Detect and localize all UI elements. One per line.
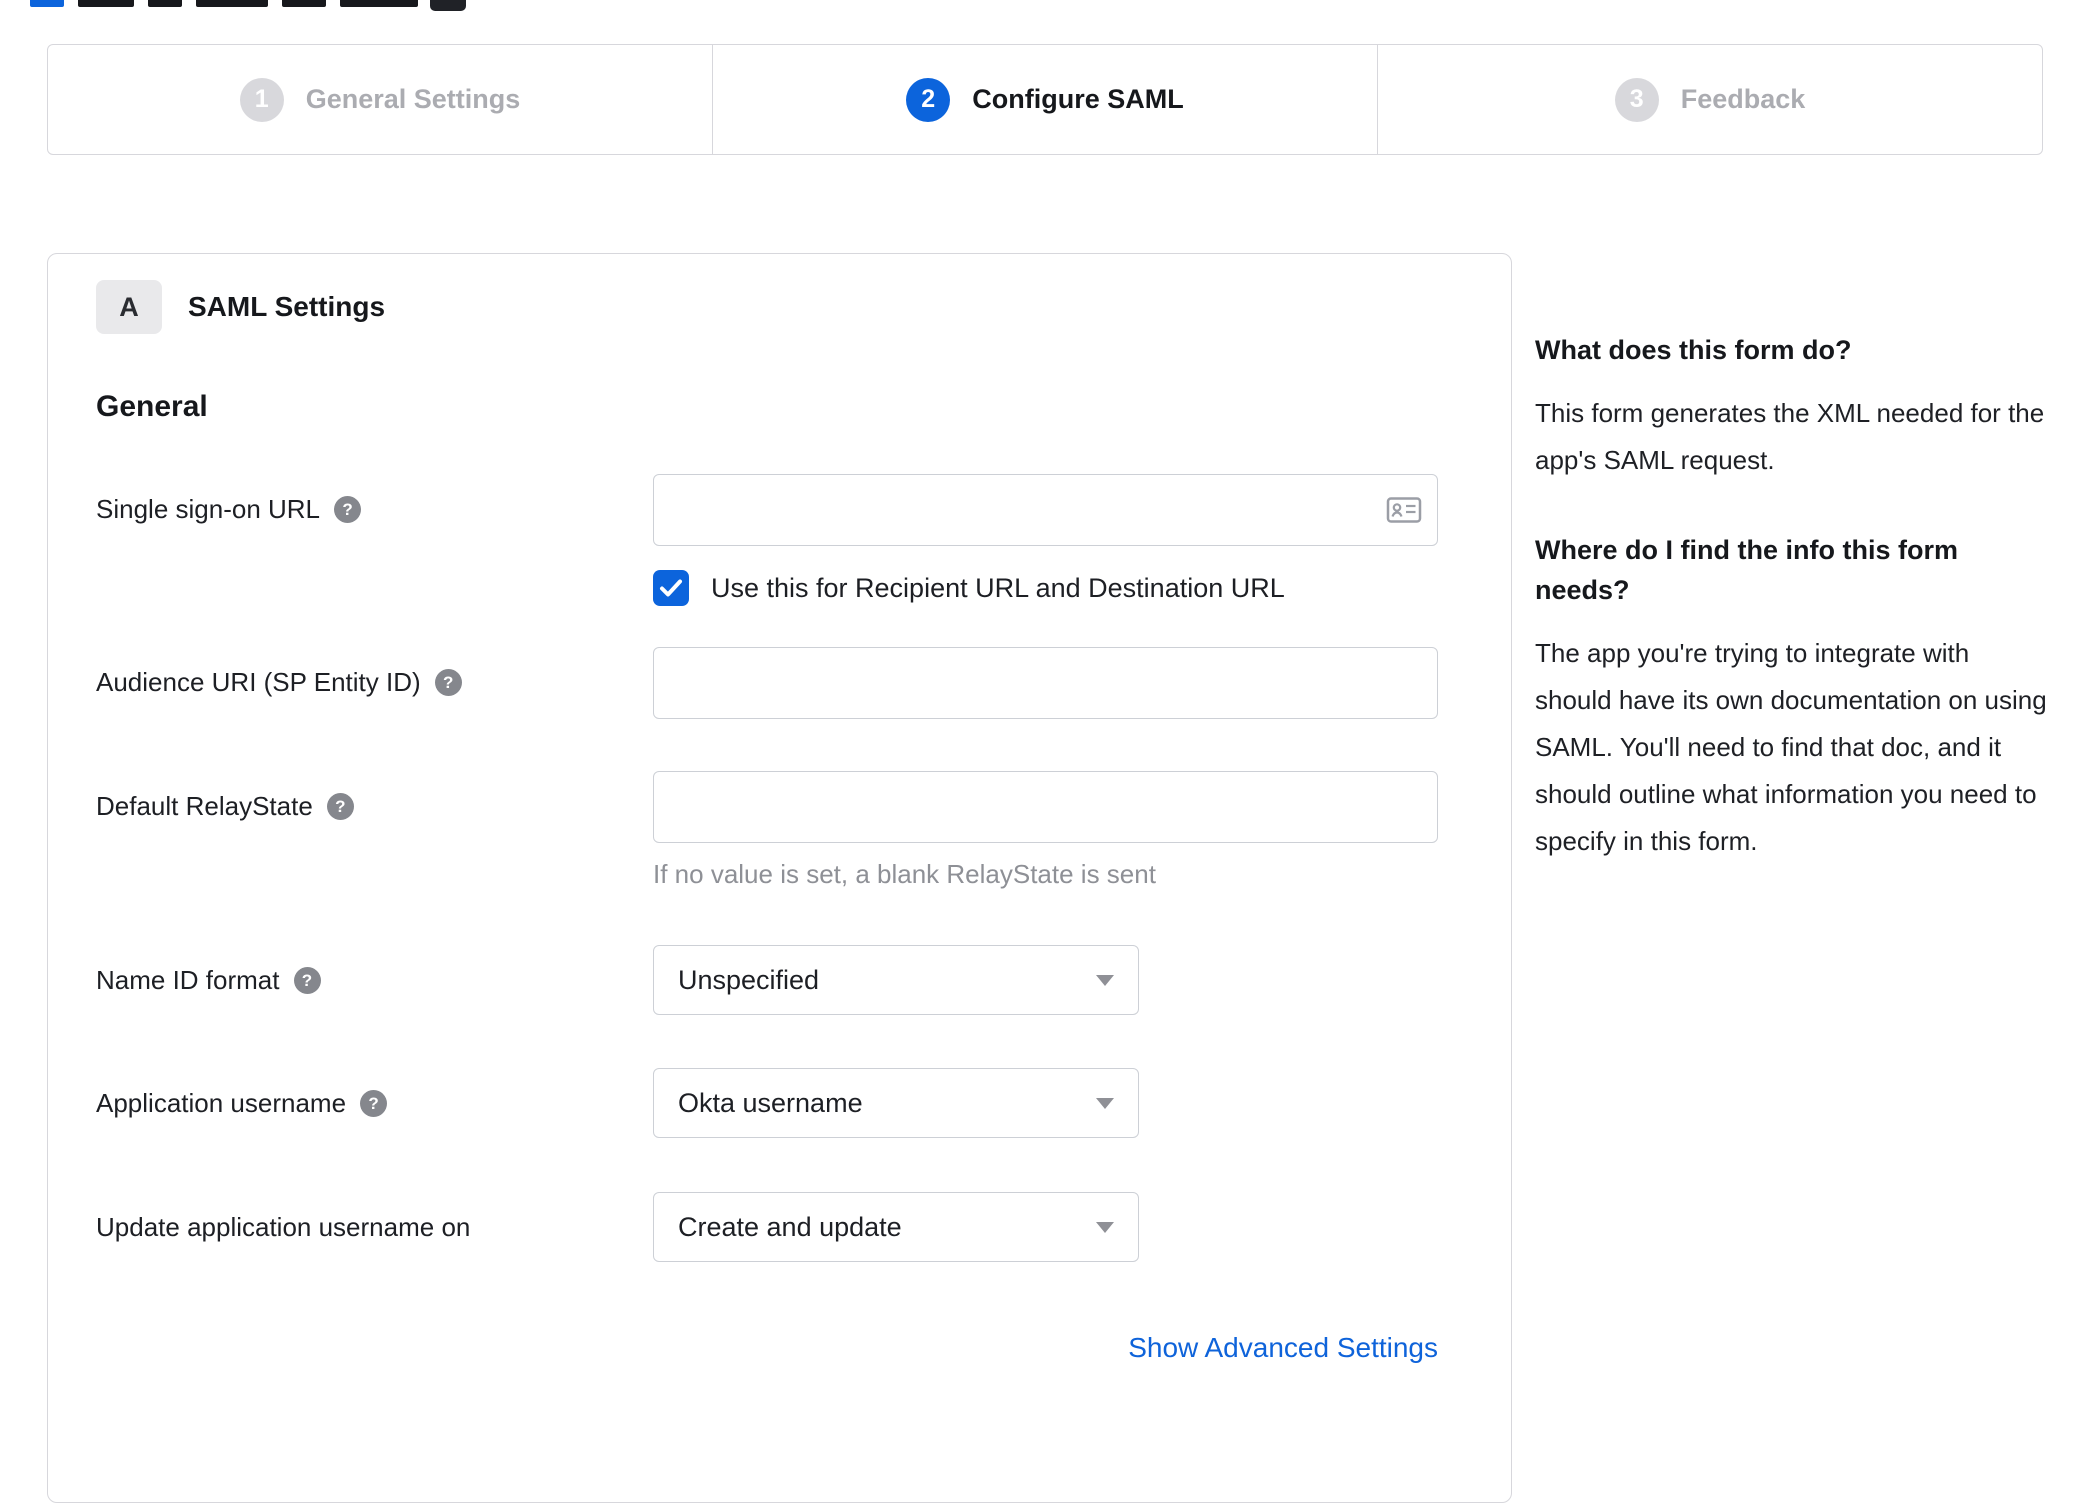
field-row-relay-state: Default RelayState ? If no value is set,… [96, 771, 1463, 890]
relay-state-label: Default RelayState [96, 791, 313, 821]
field-row-audience-uri: Audience URI (SP Entity ID) ? [96, 647, 1463, 719]
audience-uri-label: Audience URI (SP Entity ID) [96, 667, 421, 697]
help-icon[interactable]: ? [334, 496, 362, 523]
help-icon[interactable]: ? [293, 967, 321, 994]
page-title-fragment [340, 0, 418, 7]
field-row-application-username: Application username ? Okta username [96, 1068, 1463, 1138]
audience-uri-input[interactable] [653, 647, 1438, 719]
sso-url-input[interactable] [653, 474, 1438, 546]
brand-fragment [30, 0, 64, 7]
name-id-format-value: Unspecified [678, 964, 820, 995]
help-icon[interactable]: ? [326, 793, 354, 820]
step-number-badge: 3 [1614, 77, 1659, 122]
general-section-heading: General [96, 390, 208, 423]
sso-url-label: Single sign-on URL [96, 494, 321, 524]
name-id-format-select[interactable]: Unspecified [653, 945, 1139, 1015]
relay-state-input[interactable] [653, 771, 1438, 843]
update-username-select[interactable]: Create and update [653, 1192, 1139, 1262]
step-configure-saml[interactable]: 2 Configure SAML [712, 45, 1377, 154]
relay-state-hint: If no value is set, a blank RelayState i… [653, 859, 1156, 889]
card-header: A SAML Settings [96, 280, 1463, 334]
help-question-1: What does this form do? [1535, 335, 1852, 365]
help-icon[interactable]: ? [434, 669, 462, 696]
step-number-badge: 2 [906, 77, 951, 122]
help-panel: What does this form do? This form genera… [1535, 330, 2050, 865]
step-number-badge: 1 [239, 77, 284, 122]
field-row-name-id-format: Name ID format ? Unspecified [96, 945, 1463, 1015]
update-username-value: Create and update [678, 1211, 902, 1242]
application-username-label: Application username [96, 1088, 347, 1118]
recipient-url-checkbox-row: Use this for Recipient URL and Destinati… [653, 570, 1463, 606]
update-username-label: Update application username on [96, 1212, 471, 1242]
page-title-fragment [196, 0, 268, 7]
name-id-format-label: Name ID format [96, 965, 280, 995]
field-row-update-username: Update application username on Create an… [96, 1192, 1463, 1262]
show-advanced-settings-link[interactable]: Show Advanced Settings [1128, 1332, 1438, 1363]
help-icon[interactable]: ? [360, 1090, 388, 1117]
contact-card-icon[interactable] [1386, 496, 1422, 529]
recipient-url-checkbox[interactable] [653, 570, 689, 606]
recipient-url-checkbox-label[interactable]: Use this for Recipient URL and Destinati… [711, 573, 1285, 604]
application-username-value: Okta username [678, 1087, 863, 1118]
step-label: General Settings [305, 84, 521, 114]
chevron-down-icon [1096, 1221, 1114, 1233]
page-title-fragment [282, 0, 326, 7]
chevron-down-icon [1096, 974, 1114, 986]
page-title-fragment [148, 0, 182, 7]
advanced-settings-row: Show Advanced Settings [653, 1332, 1438, 1364]
step-label: Configure SAML [972, 84, 1184, 114]
chevron-down-icon [1096, 1097, 1114, 1109]
help-answer-2: The app you're trying to integrate with … [1535, 638, 2047, 856]
wizard-stepper: 1 General Settings 2 Configure SAML 3 Fe… [47, 44, 2043, 155]
page-title-fragment [78, 0, 134, 7]
saml-settings-card: A SAML Settings General Single sign-on U… [47, 253, 1512, 1503]
app-logo-fragment [430, 0, 466, 11]
help-answer-1: This form generates the XML needed for t… [1535, 398, 2045, 475]
step-label: Feedback [1680, 84, 1806, 114]
field-row-sso-url: Single sign-on URL ? [96, 474, 1463, 546]
step-feedback[interactable]: 3 Feedback [1377, 45, 2042, 154]
card-title: SAML Settings [188, 291, 386, 322]
section-a-badge: A [96, 280, 162, 334]
step-general-settings[interactable]: 1 General Settings [48, 45, 712, 154]
help-question-2: Where do I find the info this form needs… [1535, 535, 1958, 605]
application-username-select[interactable]: Okta username [653, 1068, 1139, 1138]
